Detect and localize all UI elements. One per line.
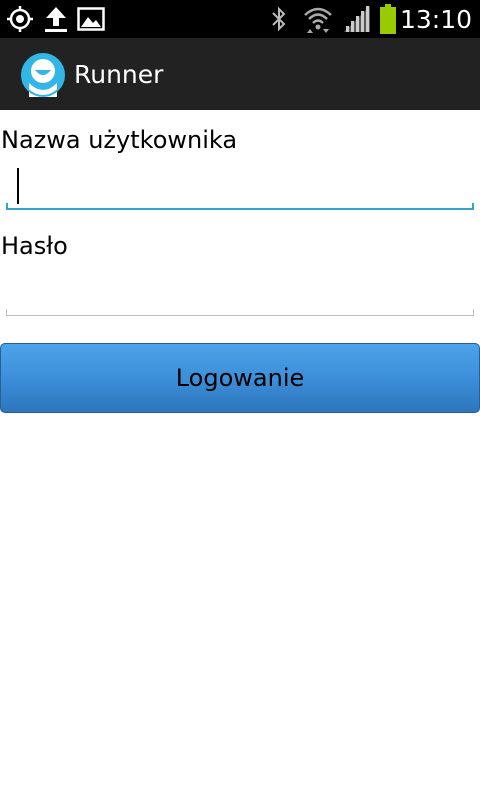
upload-icon xyxy=(42,0,70,38)
action-bar: Runner xyxy=(0,38,480,110)
username-input[interactable] xyxy=(6,162,474,210)
bluetooth-icon xyxy=(268,0,290,38)
app-title: Runner xyxy=(74,59,164,89)
password-input[interactable] xyxy=(6,268,474,316)
username-label: Nazwa użytkownika xyxy=(1,126,238,154)
password-label: Hasło xyxy=(1,232,68,260)
wifi-icon xyxy=(302,0,334,38)
login-form: Nazwa użytkownika Hasło Logowanie xyxy=(0,110,480,800)
signal-icon xyxy=(342,0,372,38)
image-icon xyxy=(76,0,106,38)
text-cursor xyxy=(17,168,19,204)
password-underline xyxy=(6,315,474,316)
username-underline xyxy=(6,208,474,210)
login-button[interactable]: Logowanie xyxy=(0,343,480,413)
status-time: 13:10 xyxy=(399,4,472,34)
underline-edge-left xyxy=(6,203,8,210)
app-logo-icon[interactable] xyxy=(21,53,65,97)
status-bar: 13:10 xyxy=(0,0,480,38)
underline-edge-left xyxy=(6,309,7,316)
gps-icon xyxy=(5,0,35,38)
underline-edge-right xyxy=(472,203,474,210)
underline-edge-right xyxy=(473,309,474,316)
battery-icon xyxy=(377,0,399,38)
